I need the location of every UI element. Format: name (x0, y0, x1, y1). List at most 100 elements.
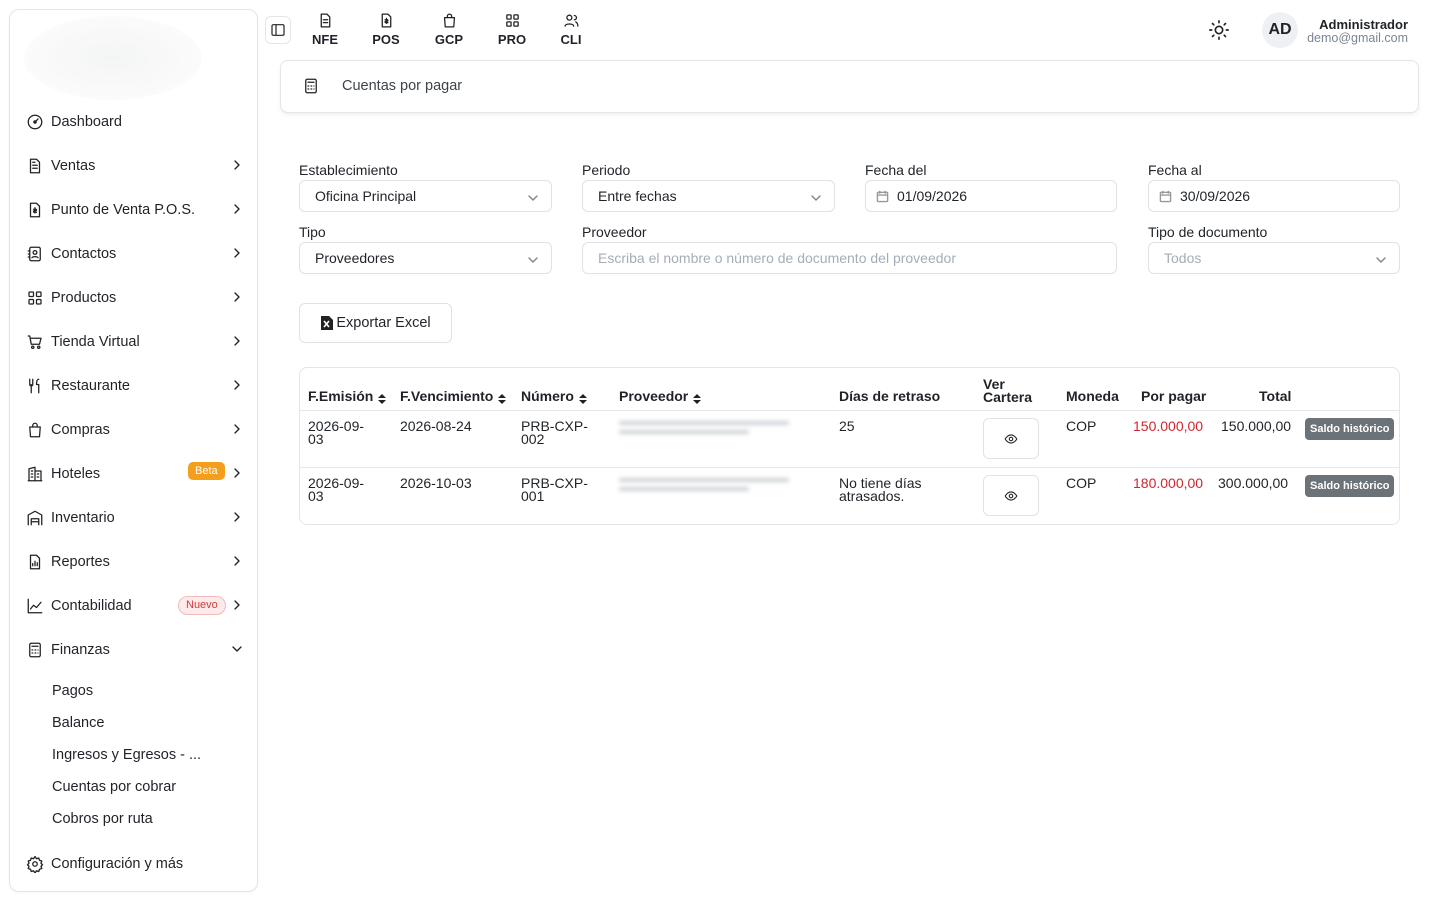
divider (300, 410, 1399, 411)
quick-link-label: PRO (497, 32, 527, 47)
quick-link-nfe[interactable]: NFE (302, 12, 348, 47)
col-header-label: F.Vencimiento (400, 388, 494, 404)
document-icon (320, 13, 330, 28)
sidebar-item-restaurante[interactable]: Restaurante (25, 374, 247, 398)
proveedor-label: Proveedor (582, 224, 647, 240)
proveedor-search-input[interactable]: Escriba el nombre o número de documento … (582, 242, 1117, 274)
tipo-select[interactable]: Proveedores (299, 242, 552, 274)
gear-icon (25, 854, 45, 874)
calculator-icon (25, 640, 45, 660)
cell-emision: 2026-09- 03 (308, 418, 365, 447)
export-excel-label: Exportar Excel (336, 315, 431, 331)
sidebar-subitem-cuentas-por-cobrar[interactable]: Cuentas por cobrar (52, 779, 176, 795)
chevron-down-icon (1375, 253, 1387, 265)
col-header-cartera: Cartera (983, 389, 1033, 405)
export-excel-button[interactable]: Exportar Excel (299, 303, 452, 343)
receipt-dollar-icon (25, 200, 45, 220)
cell-moneda: COP (1066, 418, 1097, 434)
col-header-numero[interactable]: Número (521, 388, 587, 404)
sidebar-item-compras[interactable]: Compras (25, 418, 247, 442)
cell-por-pagar: 180.000,00 (1133, 475, 1204, 491)
calculator-icon (302, 77, 320, 95)
quick-link-gcp[interactable]: GCP (426, 12, 472, 47)
building-icon (25, 464, 45, 484)
establecimiento-label: Establecimiento (299, 162, 398, 178)
page-title: Cuentas por pagar (342, 78, 463, 94)
sidebar-subitem-pagos[interactable]: Pagos (52, 683, 93, 699)
panel-left-icon (271, 24, 285, 36)
sidebar-item-reportes[interactable]: Reportes (25, 550, 247, 574)
sidebar-item-label: Restaurante (51, 378, 130, 394)
sidebar-item-inventario[interactable]: Inventario (25, 506, 247, 530)
establecimiento-value: Oficina Principal (315, 188, 417, 204)
cell-vencimiento: 2026-08-24 (400, 418, 472, 434)
quick-link-pro[interactable]: PRO (489, 12, 535, 47)
sidebar-item-configuracion[interactable]: Configuración y más (25, 852, 247, 876)
sidebar-item-label: Inventario (51, 510, 115, 526)
chevron-right-icon (229, 157, 247, 175)
fecha-al-value: 30/09/2026 (1180, 188, 1251, 204)
cell-total: 150.000,00 (1221, 418, 1292, 434)
sidebar-subitem-ingresos-egresos[interactable]: Ingresos y Egresos - ... (52, 747, 201, 763)
fecha-al-label: Fecha al (1148, 162, 1202, 178)
quick-link-pos[interactable]: POS (363, 12, 409, 47)
fecha-del-input[interactable]: 01/09/2026 (865, 180, 1117, 212)
tipo-documento-select[interactable]: Todos (1148, 242, 1400, 274)
fecha-al-input[interactable]: 30/09/2026 (1148, 180, 1400, 212)
sidebar-item-label: Punto de Venta P.O.S. (51, 202, 196, 218)
saldo-historico-badge[interactable]: Saldo histórico (1305, 475, 1395, 497)
sidebar-item-hoteles[interactable]: Hoteles Beta (25, 462, 247, 486)
quick-link-cli[interactable]: CLI (548, 12, 594, 47)
quick-link-label: CLI (560, 32, 582, 47)
sidebar-item-contactos[interactable]: Contactos (25, 242, 247, 266)
chevron-right-icon (229, 509, 247, 527)
shopping-bag-icon (25, 420, 45, 440)
file-excel-icon (321, 316, 334, 330)
avatar[interactable]: AD (1262, 12, 1298, 48)
chevron-right-icon (229, 245, 247, 263)
tipo-label: Tipo (299, 224, 326, 240)
col-header-vencimiento[interactable]: F.Vencimiento (400, 388, 507, 404)
quick-link-label: NFE (312, 32, 338, 47)
user-email: demo@gmail.com (1307, 31, 1408, 45)
warehouse-icon (25, 508, 45, 528)
theme-toggle-button[interactable] (1208, 19, 1230, 41)
proveedor-placeholder: Escriba el nombre o número de documento … (598, 250, 956, 266)
chevron-down-icon (229, 641, 247, 659)
sidebar-item-label: Productos (51, 290, 117, 306)
establecimiento-select[interactable]: Oficina Principal (299, 180, 552, 212)
sidebar-item-tienda-virtual[interactable]: Tienda Virtual (25, 330, 247, 354)
sidebar: Dashboard Ventas Punto de Venta P.O.S. C… (9, 9, 258, 892)
col-header-por-pagar: Por pagar (1141, 388, 1207, 404)
cell-por-pagar: 150.000,00 (1133, 418, 1204, 434)
grid-icon (25, 288, 45, 308)
sidebar-item-label: Dashboard (51, 114, 122, 130)
quick-link-label: POS (372, 32, 400, 47)
sidebar-item-contabilidad[interactable]: Contabilidad Nuevo (25, 594, 247, 618)
saldo-historico-badge[interactable]: Saldo histórico (1305, 418, 1395, 440)
col-header-emision[interactable]: F.Emisión (308, 388, 387, 404)
chevron-right-icon (229, 553, 247, 571)
sidebar-subitem-balance[interactable]: Balance (52, 715, 104, 731)
sidebar-item-productos[interactable]: Productos (25, 286, 247, 310)
sidebar-item-ventas[interactable]: Ventas (25, 154, 247, 178)
periodo-value: Entre fechas (598, 188, 677, 204)
periodo-select[interactable]: Entre fechas (582, 180, 835, 212)
cell-numero: PRB-CXP- 001 (521, 475, 588, 504)
sidebar-item-label: Contactos (51, 246, 117, 262)
sort-icon (378, 391, 387, 404)
sidebar-item-finanzas[interactable]: Finanzas (25, 638, 247, 662)
sidebar-subitem-cobros-por-ruta[interactable]: Cobros por ruta (52, 811, 153, 827)
sidebar-item-pos[interactable]: Punto de Venta P.O.S. (25, 198, 247, 222)
beta-badge: Beta (188, 462, 225, 480)
grid-icon (505, 14, 519, 27)
page-header: Cuentas por pagar (280, 60, 1419, 113)
view-cartera-button[interactable] (983, 475, 1039, 516)
tipo-value: Proveedores (315, 250, 395, 266)
chevron-right-icon (229, 333, 247, 351)
sidebar-item-dashboard[interactable]: Dashboard (25, 110, 247, 134)
sidebar-toggle-button[interactable] (265, 16, 291, 44)
col-header-proveedor[interactable]: Proveedor (619, 388, 702, 404)
eye-icon (1004, 433, 1018, 444)
view-cartera-button[interactable] (983, 418, 1039, 459)
